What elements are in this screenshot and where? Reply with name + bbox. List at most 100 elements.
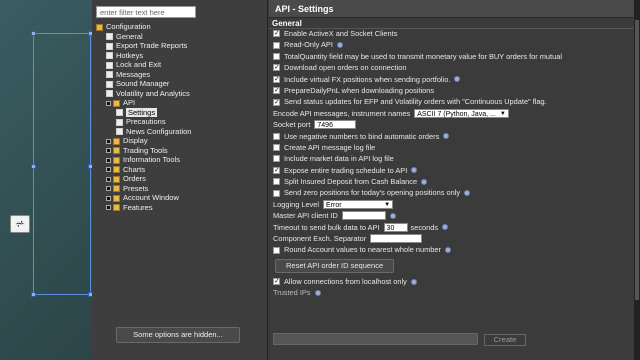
info-icon[interactable] <box>314 289 321 296</box>
expand-icon[interactable] <box>106 186 111 192</box>
tree-item-label: Configuration <box>106 22 151 31</box>
chevron-down-icon: ▼ <box>499 110 506 117</box>
chevron-down-icon: ▼ <box>384 202 391 209</box>
tree-item[interactable]: Lock and Exit <box>96 60 266 70</box>
master-id-label: Master API client ID <box>273 211 338 221</box>
folder-icon <box>113 166 120 174</box>
setting-checkbox[interactable] <box>273 41 280 49</box>
master-id-row: Master API client ID <box>273 210 637 221</box>
resize-handle[interactable] <box>31 292 36 297</box>
setting-checkbox[interactable] <box>273 165 280 176</box>
info-icon[interactable] <box>411 167 418 174</box>
socket-port-input[interactable]: 7496 <box>314 120 357 130</box>
tree-item[interactable]: Charts <box>96 165 266 175</box>
page-icon <box>116 109 123 117</box>
info-icon[interactable] <box>454 76 461 83</box>
tree-item[interactable]: Hotkeys <box>96 51 266 61</box>
expand-icon[interactable] <box>106 157 111 163</box>
separator-input[interactable] <box>370 234 423 244</box>
strikethrough-icon: ⩫ <box>15 218 25 230</box>
info-icon[interactable] <box>443 133 450 140</box>
info-icon[interactable] <box>389 212 396 219</box>
setting-label: Split Insured Deposit from Cash Balance <box>284 177 418 187</box>
expand-icon[interactable] <box>106 148 111 154</box>
filter-input[interactable]: enter filter text here <box>96 6 196 18</box>
tree-item-label: Volatility and Analytics <box>116 88 190 98</box>
setting-checkbox[interactable] <box>273 246 280 254</box>
setting-checkbox[interactable] <box>273 178 280 186</box>
tree-item[interactable]: Sound Manager <box>96 79 266 89</box>
tree-item-label: News Configuration <box>126 126 192 136</box>
setting-label: TotalQuantity field may be used to trans… <box>284 51 562 61</box>
tree-item[interactable]: Account Window <box>96 193 266 203</box>
setting-label: Allow connections from localhost only <box>284 276 407 286</box>
reset-order-id-button[interactable]: Reset API order ID sequence <box>275 258 395 273</box>
resize-handle[interactable] <box>31 31 36 36</box>
logging-select[interactable]: Error ▼ <box>323 200 394 210</box>
timeout-input[interactable]: 30 <box>383 222 408 232</box>
setting-checkbox[interactable] <box>273 52 280 60</box>
info-icon[interactable] <box>464 190 471 197</box>
info-icon[interactable] <box>421 178 428 185</box>
setting-checkbox[interactable] <box>273 132 280 140</box>
setting-checkbox[interactable] <box>273 97 280 108</box>
scrollbar-thumb[interactable] <box>635 20 639 300</box>
setting-checkbox[interactable] <box>273 74 280 85</box>
vertical-scrollbar[interactable] <box>634 0 640 360</box>
page-icon <box>116 128 123 136</box>
setting-checkbox[interactable] <box>273 28 280 39</box>
setting-checkbox[interactable] <box>273 62 280 74</box>
page-icon <box>106 61 113 69</box>
selection-frame[interactable] <box>31 31 93 297</box>
logging-label: Logging Level <box>273 199 320 209</box>
resize-handle[interactable] <box>31 164 36 169</box>
tree-item[interactable]: Settings <box>96 107 266 118</box>
create-button[interactable]: Create <box>484 334 526 346</box>
tree-item[interactable]: API <box>96 98 266 108</box>
hidden-options-button[interactable]: Some options are hidden... <box>116 327 240 343</box>
tree-item[interactable]: Display <box>96 136 266 146</box>
setting-label: Send status updates for EFP and Volatili… <box>284 97 547 107</box>
setting-checkbox[interactable] <box>273 85 280 96</box>
expand-icon[interactable] <box>106 167 111 173</box>
tree-item-label: Export Trade Reports <box>116 41 188 50</box>
setting-checkbox[interactable] <box>273 189 280 197</box>
info-icon[interactable] <box>442 224 449 231</box>
encode-select[interactable]: ASCII 7 (Python, Java, ... ▼ <box>414 108 509 118</box>
tree-item[interactable]: Information Tools <box>96 155 266 165</box>
collapse-icon[interactable] <box>106 100 111 106</box>
expand-icon[interactable] <box>106 205 111 211</box>
info-icon[interactable] <box>444 247 451 254</box>
page-icon <box>106 33 113 41</box>
expand-icon[interactable] <box>106 176 111 182</box>
tree-item-label: Precautions <box>126 117 166 126</box>
setting-row: Read-Only API <box>273 39 637 50</box>
tree-item[interactable]: Features <box>96 203 266 213</box>
tree-item[interactable]: News Configuration <box>96 127 266 137</box>
info-icon[interactable] <box>410 278 417 285</box>
expand-icon[interactable] <box>106 138 111 144</box>
tree-item[interactable]: Trading Tools <box>96 146 266 156</box>
tree-item[interactable]: Precautions <box>96 117 266 127</box>
trusted-ips-list[interactable] <box>273 333 478 345</box>
settings-dialog: enter filter text here Configuration Gene… <box>92 0 640 360</box>
floating-tool-button[interactable]: ⩫ <box>10 215 30 233</box>
expand-icon[interactable] <box>106 195 111 201</box>
master-id-input[interactable] <box>341 211 386 221</box>
tree-item[interactable]: Export Trade Reports <box>96 41 266 51</box>
setting-checkbox[interactable] <box>273 144 280 152</box>
setting-checkbox[interactable] <box>273 155 280 163</box>
tree-item[interactable]: Orders <box>96 174 266 184</box>
tree-item[interactable]: Volatility and Analytics <box>96 89 266 99</box>
setting-checkbox[interactable] <box>273 276 280 287</box>
setting-row: TotalQuantity field may be used to trans… <box>273 51 637 62</box>
tree-item[interactable]: Messages <box>96 70 266 80</box>
setting-row: Allow connections from localhost only <box>273 276 637 287</box>
tree-item[interactable]: Configuration <box>96 22 266 32</box>
info-icon[interactable] <box>336 42 343 49</box>
settings-tree-pane: enter filter text here Configuration Gene… <box>92 0 268 360</box>
tree-item-label: General <box>116 31 143 41</box>
tree-item[interactable]: General <box>96 32 266 42</box>
setting-label: PrepareDailyPnL when downloading positio… <box>284 85 435 95</box>
tree-item[interactable]: Presets <box>96 184 266 194</box>
